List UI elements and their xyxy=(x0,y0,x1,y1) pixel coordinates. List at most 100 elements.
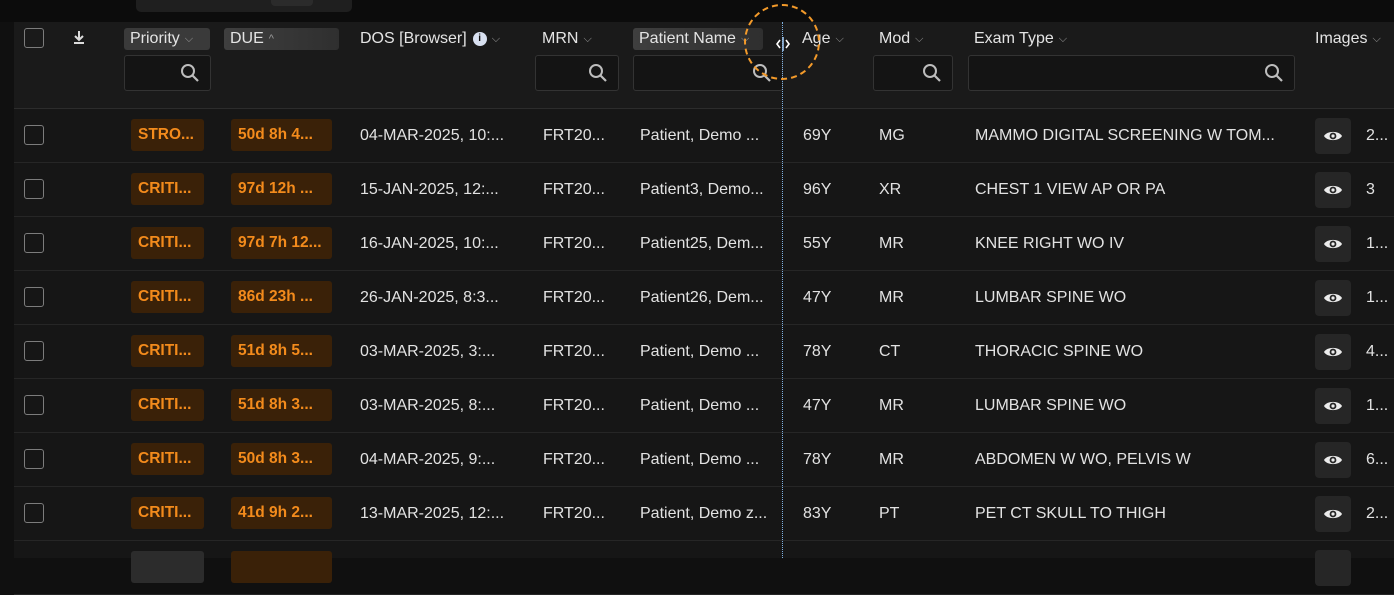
mrn-cell: FRT20... xyxy=(543,289,605,306)
row-checkbox[interactable] xyxy=(24,395,44,415)
column-header-mrn[interactable]: MRN ⌵ xyxy=(542,28,592,50)
age-cell: 55Y xyxy=(803,235,832,252)
column-resize-guide xyxy=(782,22,783,558)
due-badge xyxy=(231,551,332,583)
table-row[interactable]: CRITI... 97d 12h ... 15-JAN-2025, 12:... FR… xyxy=(14,163,1394,217)
due-badge: 50d 8h 3... xyxy=(231,443,332,475)
patient-name-cell: Patient, Demo ... xyxy=(640,343,760,360)
table-row[interactable]: CRITI... 51d 8h 5... 03-MAR-2025, 3:... FRT… xyxy=(14,325,1394,379)
exam-type-filter-input[interactable] xyxy=(968,55,1295,91)
eye-icon xyxy=(1324,185,1342,195)
chevron-down-icon: ⌵ xyxy=(1372,32,1381,45)
table-row[interactable]: CRITI... 97d 7h 12... 16-JAN-2025, 10:... F… xyxy=(14,217,1394,271)
view-images-button[interactable] xyxy=(1315,280,1351,316)
mrn-cell: FRT20... xyxy=(543,181,605,198)
row-checkbox[interactable] xyxy=(24,503,44,523)
exam-type-cell: ABDOMEN W WO, PELVIS W xyxy=(975,451,1191,468)
images-count-cell: 1... xyxy=(1366,397,1389,414)
chevron-down-icon: ⌵ xyxy=(583,32,592,45)
exam-type-cell: LUMBAR SPINE WO xyxy=(975,397,1127,414)
due-badge: 50d 8h 4... xyxy=(231,119,332,151)
exam-type-cell: CHEST 1 VIEW AP OR PA xyxy=(975,181,1166,198)
column-header-due[interactable]: DUE ^ xyxy=(224,28,339,50)
toolbar-tab[interactable] xyxy=(136,0,352,12)
search-icon xyxy=(589,64,607,82)
images-count-cell: 1... xyxy=(1366,235,1389,252)
table-row[interactable]: CRITI... 51d 8h 3... 03-MAR-2025, 8:... FRT… xyxy=(14,379,1394,433)
age-cell: 83Y xyxy=(803,505,832,522)
priority-badge: CRITI... xyxy=(131,335,204,367)
priority-badge: CRITI... xyxy=(131,497,204,529)
row-checkbox[interactable] xyxy=(24,341,44,361)
eye-icon xyxy=(1324,131,1342,141)
worklist-grid: Priority ⌵ DUE ^ DOS [Browser] i ⌵ MRN ⌵… xyxy=(14,22,1394,595)
mod-cell: MG xyxy=(879,127,905,144)
row-checkbox[interactable] xyxy=(24,449,44,469)
priority-badge xyxy=(131,551,204,583)
search-icon xyxy=(1265,64,1283,82)
eye-icon xyxy=(1324,293,1342,303)
search-icon xyxy=(923,64,941,82)
priority-badge: CRITI... xyxy=(131,227,204,259)
column-label-images: Images xyxy=(1315,30,1368,47)
images-count-cell: 2... xyxy=(1366,505,1389,522)
mod-cell: MR xyxy=(879,235,904,252)
column-header-images[interactable]: Images ⌵ xyxy=(1315,28,1381,50)
column-label-dos: DOS [Browser] xyxy=(360,30,467,47)
exam-type-cell: KNEE RIGHT WO IV xyxy=(975,235,1125,252)
priority-filter-input[interactable] xyxy=(124,55,211,91)
dos-cell: 16-JAN-2025, 10:... xyxy=(360,235,499,252)
column-header-exam-type[interactable]: Exam Type ⌵ xyxy=(974,28,1067,50)
column-header-priority[interactable]: Priority ⌵ xyxy=(124,28,210,50)
patient-name-cell: Patient, Demo ... xyxy=(640,127,760,144)
mrn-filter-input[interactable] xyxy=(535,55,619,91)
column-label-exam-type: Exam Type xyxy=(974,30,1054,47)
mrn-cell: FRT20... xyxy=(543,397,605,414)
column-header-mod[interactable]: Mod ⌵ xyxy=(879,28,923,50)
select-all-checkbox[interactable] xyxy=(24,28,44,48)
info-icon[interactable]: i xyxy=(472,32,487,46)
priority-badge: CRITI... xyxy=(131,389,204,421)
patient-name-cell: Patient, Demo ... xyxy=(640,451,760,468)
images-count-cell: 6... xyxy=(1366,451,1389,468)
column-header-dos[interactable]: DOS [Browser] i ⌵ xyxy=(360,28,500,50)
view-images-button[interactable] xyxy=(1315,226,1351,262)
dos-cell: 04-MAR-2025, 10:... xyxy=(360,127,505,144)
cursor-highlight xyxy=(744,4,820,80)
column-label-due: DUE xyxy=(230,30,264,47)
table-row[interactable] xyxy=(14,541,1394,595)
view-images-button[interactable] xyxy=(1315,172,1351,208)
eye-icon xyxy=(1324,239,1342,249)
row-checkbox[interactable] xyxy=(24,233,44,253)
exam-type-cell: LUMBAR SPINE WO xyxy=(975,289,1127,306)
view-images-button[interactable] xyxy=(1315,118,1351,154)
chevron-up-icon: ^ xyxy=(268,33,274,45)
age-cell: 47Y xyxy=(803,397,832,414)
exam-type-cell: MAMMO DIGITAL SCREENING W TOM... xyxy=(975,127,1275,144)
table-row[interactable]: STRO... 50d 8h 4... 04-MAR-2025, 10:... FRT… xyxy=(14,109,1394,163)
view-images-button[interactable] xyxy=(1315,388,1351,424)
patient-name-cell: Patient, Demo ... xyxy=(640,397,760,414)
mod-cell: PT xyxy=(879,505,900,522)
mrn-cell: FRT20... xyxy=(543,343,605,360)
table-row[interactable]: CRITI... 50d 8h 3... 04-MAR-2025, 9:... FRT… xyxy=(14,433,1394,487)
download-icon[interactable] xyxy=(72,30,86,46)
age-cell: 78Y xyxy=(803,343,832,360)
view-images-button[interactable] xyxy=(1315,334,1351,370)
dos-cell: 26-JAN-2025, 8:3... xyxy=(360,289,499,306)
dos-cell: 15-JAN-2025, 12:... xyxy=(360,181,499,198)
column-label-patient-name: Patient Name xyxy=(639,30,736,47)
row-checkbox[interactable] xyxy=(24,125,44,145)
view-images-button[interactable] xyxy=(1315,442,1351,478)
toolbar-tab-toggle[interactable] xyxy=(271,0,313,6)
view-images-button[interactable] xyxy=(1315,496,1351,532)
row-checkbox[interactable] xyxy=(24,179,44,199)
view-images-button[interactable] xyxy=(1315,550,1351,586)
age-cell: 78Y xyxy=(803,451,832,468)
mod-filter-input[interactable] xyxy=(873,55,953,91)
eye-icon xyxy=(1324,509,1342,519)
row-checkbox[interactable] xyxy=(24,287,44,307)
table-row[interactable]: CRITI... 86d 23h ... 26-JAN-2025, 8:3... FR… xyxy=(14,271,1394,325)
dos-cell: 03-MAR-2025, 8:... xyxy=(360,397,496,414)
table-row[interactable]: CRITI... 41d 9h 2... 13-MAR-2025, 12:... FR… xyxy=(14,487,1394,541)
